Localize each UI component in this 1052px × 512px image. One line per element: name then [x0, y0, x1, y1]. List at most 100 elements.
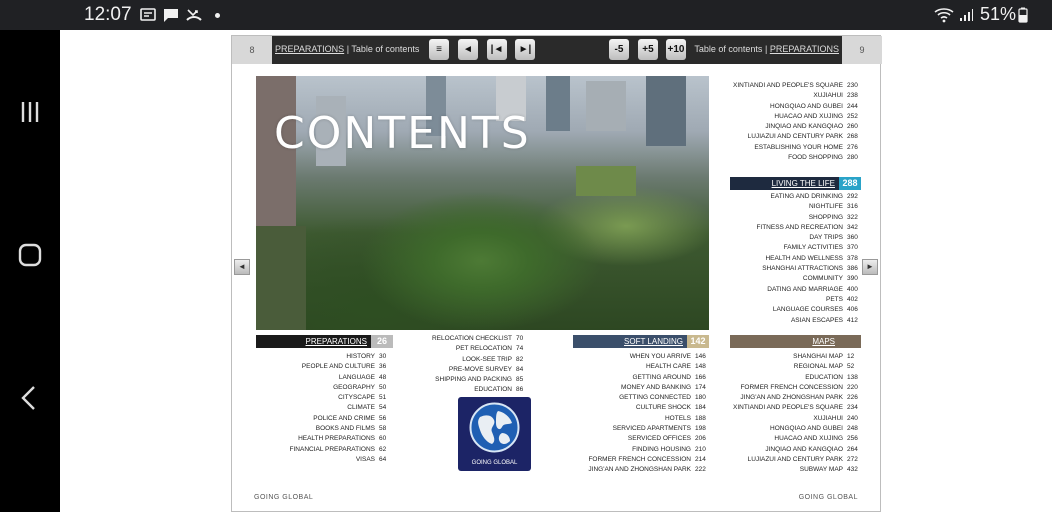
section-header-living-the-life[interactable]: LIVING THE LIFE 288 [730, 177, 861, 190]
toc-entry-page: 12 [847, 353, 855, 360]
toc-entry[interactable]: XINTIANDI AND PEOPLE'S SQUARE 230 [730, 81, 861, 91]
back-icon[interactable] [14, 382, 46, 414]
toc-entry[interactable]: RELOCATION CHECKLIST 70 [412, 334, 530, 344]
toc-entry[interactable]: XINTIANDI AND PEOPLE'S SQUARE 234 [730, 403, 861, 413]
toc-entry[interactable]: HISTORY 30 [256, 352, 393, 362]
sim-card-icon [140, 8, 156, 21]
toc-entry-page: 56 [379, 414, 387, 422]
toc-entry[interactable]: CITYSCAPE 51 [256, 393, 393, 403]
toc-entry[interactable]: SHANGHAI MAP 12 [730, 352, 861, 362]
back-button[interactable]: ◄ [458, 39, 478, 60]
toc-entry-title: PRE-MOVE SURVEY [448, 365, 512, 373]
next-page-arrow[interactable]: ► [862, 259, 878, 275]
toc-entry[interactable]: JING'AN AND ZHONGSHAN PARK 226 [730, 393, 861, 403]
toc-entry-page: 86 [516, 386, 524, 394]
toc-entry[interactable]: POLICE AND CRIME 56 [256, 414, 393, 424]
toc-entry-page: 74 [516, 345, 524, 353]
plus-5-button[interactable]: +5 [638, 39, 658, 60]
toc-entry[interactable]: JINQIAO AND KANGQIAO 260 [730, 122, 861, 132]
right-page-number: 9 [842, 36, 882, 64]
toc-entry[interactable]: FINANCIAL PREPARATIONS 62 [256, 445, 393, 455]
breadcrumb-section-link[interactable]: PREPARATIONS [275, 44, 344, 54]
toc-entry[interactable]: HONGQIAO AND GUBEI 248 [730, 424, 861, 434]
toc-entry[interactable]: SHIPPING AND PACKING 85 [412, 375, 530, 385]
toc-entry[interactable]: CLIMATE 54 [256, 403, 393, 413]
toc-entry[interactable]: LUJIAZUI AND CENTURY PARK 272 [730, 455, 861, 465]
toc-entry[interactable]: SUBWAY MAP 432 [730, 465, 861, 475]
toc-entry[interactable]: FORMER FRENCH CONCESSION 214 [573, 455, 709, 465]
toc-entry[interactable]: SHANGHAI ATTRACTIONS 386 [730, 264, 861, 274]
toc-entry[interactable]: SERVICED OFFICES 206 [573, 434, 709, 444]
toc-entry[interactable]: CULTURE SHOCK 184 [573, 403, 709, 413]
toc-entry[interactable]: JINQIAO AND KANGQIAO 264 [730, 445, 861, 455]
toc-entry[interactable]: GEOGRAPHY 50 [256, 383, 393, 393]
toc-entry[interactable]: BOOKS AND FILMS 58 [256, 424, 393, 434]
previous-page-arrow[interactable]: ◄ [234, 259, 250, 275]
recent-apps-icon[interactable] [14, 96, 46, 128]
toc-entry[interactable]: LANGUAGE COURSES 406 [730, 305, 861, 315]
toc-entry[interactable]: FAMILY ACTIVITIES 370 [730, 243, 861, 253]
toc-entry[interactable]: HUACAO AND XUJING 256 [730, 434, 861, 444]
toc-entry-page: 378 [847, 254, 858, 262]
toc-entry[interactable]: FINDING HOUSING 210 [573, 445, 709, 455]
toc-entry-page: 226 [847, 394, 858, 402]
toc-entry[interactable]: JING'AN AND ZHONGSHAN PARK 222 [573, 465, 709, 475]
toc-entry[interactable]: XUJIAHUI 240 [730, 414, 861, 424]
toc-entry-page: 252 [847, 112, 858, 120]
first-page-button[interactable]: |◄ [487, 39, 507, 60]
toc-entry[interactable]: ASIAN ESCAPES 412 [730, 316, 861, 326]
toc-entry[interactable]: VISAS 64 [256, 455, 393, 465]
toc-entry[interactable]: DAY TRIPS 360 [730, 233, 861, 243]
toc-entry[interactable]: WHEN YOU ARRIVE 146 [573, 352, 709, 362]
toc-entry[interactable]: GETTING AROUND 166 [573, 373, 709, 383]
toc-entry-title: GETTING AROUND [632, 373, 691, 381]
section-header-maps[interactable]: MAPS [730, 335, 861, 348]
toc-entry[interactable]: GETTING CONNECTED 180 [573, 393, 709, 403]
toc-entry[interactable]: DATING AND MARRIAGE 400 [730, 285, 861, 295]
toc-entry[interactable]: FOOD SHOPPING 280 [730, 153, 861, 163]
toc-entry[interactable]: LOOK-SEE TRIP 82 [412, 355, 530, 365]
toc-entry[interactable]: LANGUAGE 48 [256, 373, 393, 383]
toc-entry[interactable]: SHOPPING 322 [730, 213, 861, 223]
toc-preparations: HISTORY 30 PEOPLE AND CULTURE 36 LANGUAGE 48 G… [256, 352, 393, 465]
toc-entry[interactable]: HUACAO AND XUJING 252 [730, 112, 861, 122]
last-page-button[interactable]: ►| [515, 39, 535, 60]
toc-entry[interactable]: REGIONAL MAP 52 [730, 362, 861, 372]
toc-entry[interactable]: PEOPLE AND CULTURE 36 [256, 362, 393, 372]
chat-bubble-icon [164, 9, 178, 22]
toc-entry[interactable]: ESTABLISHING YOUR HOME 276 [730, 143, 861, 153]
logo-text: GOING GLOBAL [471, 460, 518, 466]
toc-entry[interactable]: LUJIAZUI AND CENTURY PARK 268 [730, 132, 861, 142]
toc-entry[interactable]: MONEY AND BANKING 174 [573, 383, 709, 393]
section-header-preparations[interactable]: PREPARATIONS 26 [256, 335, 393, 348]
menu-button[interactable]: ≡ [429, 39, 449, 60]
toc-entry[interactable]: PETS 402 [730, 295, 861, 305]
toc-entry[interactable]: NIGHTLIFE 316 [730, 202, 861, 212]
toc-entry[interactable]: EDUCATION 86 [412, 385, 530, 395]
toc-entry[interactable]: FORMER FRENCH CONCESSION 220 [730, 383, 861, 393]
home-icon[interactable] [14, 239, 46, 271]
toc-entry-page: 406 [847, 306, 858, 314]
toc-entry[interactable]: HOTELS 188 [573, 414, 709, 424]
toc-entry[interactable]: SERVICED APARTMENTS 198 [573, 424, 709, 434]
toc-entry-title: GETTING CONNECTED [619, 394, 691, 402]
toc-entry[interactable]: EDUCATION 138 [730, 373, 861, 383]
toc-entry-page: 264 [847, 445, 858, 453]
minus-5-button[interactable]: -5 [609, 39, 629, 60]
plus-10-button[interactable]: +10 [666, 39, 686, 60]
toc-entry[interactable]: PRE-MOVE SURVEY 84 [412, 365, 530, 375]
toc-entry[interactable]: HEALTH CARE 148 [573, 362, 709, 372]
toc-entry[interactable]: XUJIAHUI 238 [730, 91, 861, 101]
toc-entry[interactable]: PET RELOCATION 74 [412, 344, 530, 354]
section-header-soft-landing[interactable]: SOFT LANDING 142 [573, 335, 709, 348]
toc-entry[interactable]: COMMUNITY 390 [730, 274, 861, 284]
toc-entry[interactable]: EATING AND DRINKING 292 [730, 192, 861, 202]
breadcrumb-section-link[interactable]: PREPARATIONS [770, 44, 839, 54]
toc-entry-page: 206 [695, 435, 706, 443]
toc-entry[interactable]: HONGQIAO AND GUBEI 244 [730, 102, 861, 112]
toc-entry[interactable]: FITNESS AND RECREATION 342 [730, 223, 861, 233]
toc-entry-page: 138 [847, 373, 858, 381]
battery-level: 51% [980, 4, 1017, 24]
toc-entry[interactable]: HEALTH AND WELLNESS 378 [730, 254, 861, 264]
toc-entry[interactable]: HEALTH PREPARATIONS 60 [256, 434, 393, 444]
